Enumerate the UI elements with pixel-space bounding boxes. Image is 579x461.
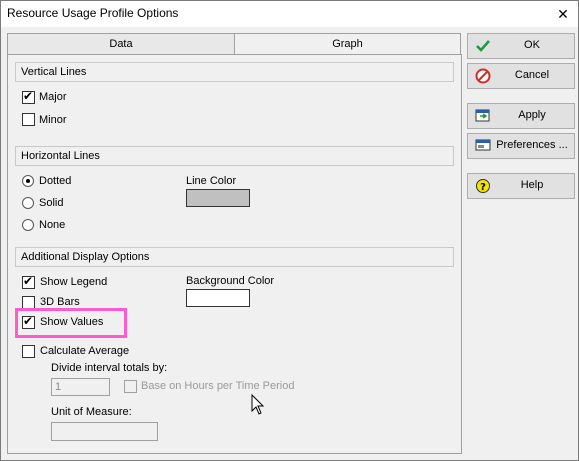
checkmark-icon [476, 40, 490, 52]
tab-graph[interactable]: Graph [234, 33, 461, 55]
apply-icon [475, 109, 490, 122]
show-legend-checkbox[interactable]: ✔ [22, 274, 35, 289]
title-bar: Resource Usage Profile Options ✕ [1, 1, 578, 27]
show-values-highlight-box [15, 308, 127, 338]
minor-checkbox[interactable] [22, 113, 35, 126]
preferences-icon [475, 139, 491, 151]
cancel-icon [475, 68, 491, 84]
window-title: Resource Usage Profile Options [7, 6, 179, 20]
svg-text:?: ? [480, 182, 486, 193]
tab-strip: Data Graph [7, 33, 462, 55]
vertical-lines-header: Vertical Lines [15, 62, 454, 82]
divide-interval-input[interactable]: 1 [51, 378, 110, 396]
background-color-swatch[interactable] [186, 289, 250, 307]
checkmark-icon: ✔ [23, 274, 34, 288]
cancel-button[interactable]: Cancel [467, 63, 575, 89]
help-button[interactable]: ? Help [467, 173, 575, 199]
line-color-swatch[interactable] [186, 189, 250, 207]
base-on-hours-checkbox[interactable] [124, 380, 137, 393]
dotted-radio[interactable] [22, 175, 34, 187]
background-color-label: Background Color [186, 275, 275, 287]
ok-button[interactable]: OK [467, 33, 575, 59]
checkmark-icon: ✔ [23, 89, 34, 103]
show-legend-label: Show Legend [40, 276, 108, 288]
graph-tab-panel: Vertical Lines ✔ Major Minor Horizontal … [7, 54, 462, 454]
minor-label: Minor [39, 114, 67, 126]
horizontal-lines-header: Horizontal Lines [15, 146, 454, 166]
apply-button[interactable]: Apply [467, 103, 575, 129]
unit-of-measure-label: Unit of Measure: [51, 406, 132, 418]
dotted-label: Dotted [39, 175, 72, 187]
none-label: None [39, 219, 66, 231]
preferences-button[interactable]: Preferences ... [467, 133, 575, 159]
solid-radio[interactable] [22, 197, 34, 209]
dialog-window: Resource Usage Profile Options ✕ Data Gr… [0, 0, 579, 461]
tab-data[interactable]: Data [7, 33, 235, 55]
calculate-average-label: Calculate Average [40, 345, 130, 357]
unit-of-measure-input[interactable] [51, 422, 158, 441]
base-on-hours-label: Base on Hours per Time Period [141, 380, 295, 392]
major-label: Major [39, 91, 67, 103]
major-checkbox[interactable]: ✔ [22, 89, 35, 104]
line-color-label: Line Color [186, 175, 237, 187]
solid-label: Solid [39, 197, 64, 209]
none-radio[interactable] [22, 219, 34, 231]
calculate-average-checkbox[interactable] [22, 345, 35, 358]
divide-interval-label: Divide interval totals by: [51, 362, 168, 374]
additional-display-options-header: Additional Display Options [15, 247, 454, 267]
close-icon[interactable]: ✕ [548, 1, 578, 27]
mouse-pointer-icon [251, 394, 265, 415]
3d-bars-label: 3D Bars [40, 296, 80, 308]
help-icon: ? [476, 179, 490, 193]
